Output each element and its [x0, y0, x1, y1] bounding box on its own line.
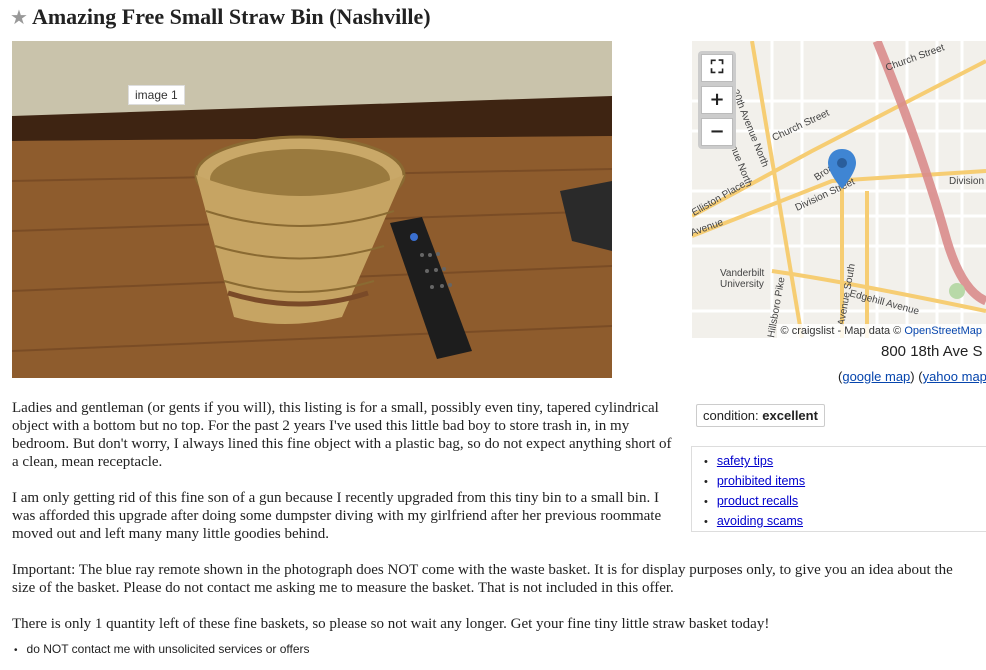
location-map[interactable]: Church Street Church Street 20th Avenue …	[692, 41, 986, 338]
photo-illustration	[12, 41, 612, 378]
campus-label: University	[720, 279, 764, 290]
openstreetmap-link[interactable]: OpenStreetMap	[904, 325, 982, 337]
campus-label: Vanderbilt	[720, 268, 765, 279]
zoom-out-button[interactable]: −	[701, 118, 733, 146]
photo-label: image 1	[128, 85, 185, 105]
attribution-text: © craigslist - Map data ©	[780, 325, 902, 337]
body-paragraph: Important: The blue ray remote shown in …	[12, 562, 953, 596]
star-icon[interactable]: ★	[10, 5, 28, 29]
map-attribution: © craigslist - Map data © OpenStreetMap	[776, 324, 986, 338]
map-tiles: Church Street Church Street 20th Avenue …	[692, 41, 986, 338]
map-links: (google map) (yahoo map)	[838, 369, 986, 384]
posting-body: Ladies and gentleman (or gents if you wi…	[12, 399, 972, 651]
body-paragraph: I am only getting rid of this fine son o…	[12, 490, 662, 542]
zoom-in-button[interactable]: +	[701, 86, 733, 114]
map-controls: ⛶ + −	[698, 51, 736, 149]
body-paragraph: There is only 1 quantity left of these f…	[12, 616, 770, 632]
map-address: 800 18th Ave S	[881, 343, 983, 360]
posting-notes: do NOT contact me with unsolicited servi…	[14, 642, 310, 656]
body-paragraph: Ladies and gentleman (or gents if you wi…	[12, 400, 672, 470]
posting-title-row: ★ Amazing Free Small Straw Bin (Nashvill…	[10, 2, 431, 32]
note-item: do NOT contact me with unsolicited servi…	[14, 642, 310, 656]
google-map-link[interactable]: google map	[842, 369, 910, 384]
fullscreen-icon[interactable]: ⛶	[701, 54, 733, 82]
street-label: Division	[949, 176, 984, 187]
posting-title: Amazing Free Small Straw Bin (Nashville)	[31, 4, 431, 29]
listing-photo[interactable]: image 1	[12, 41, 612, 378]
yahoo-map-link[interactable]: yahoo map	[923, 369, 986, 384]
